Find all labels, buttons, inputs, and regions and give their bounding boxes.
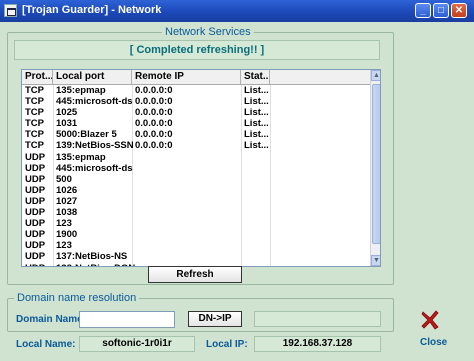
resolved-ip-field — [254, 311, 381, 327]
window-title: [Trojan Guarder] - Network — [22, 4, 162, 16]
table-row[interactable]: UDP 1027 — [22, 196, 370, 207]
cell-protocol: UDP — [25, 195, 46, 207]
column-header-local-port[interactable]: Local port — [53, 70, 132, 84]
cell-state: List... — [244, 96, 269, 108]
cell-protocol: UDP — [25, 162, 46, 174]
cell-protocol: UDP — [25, 184, 46, 196]
local-name-label: Local Name: — [16, 339, 76, 350]
table-row[interactable]: TCP 5000:Blazer 5 0.0.0.0:0 List... — [22, 129, 370, 140]
cell-state: List... — [244, 129, 269, 141]
table-row[interactable]: UDP 1038 — [22, 207, 370, 218]
cell-state: List... — [244, 140, 269, 152]
cell-remote-ip: 0.0.0.0:0 — [135, 85, 173, 96]
cell-protocol: UDP — [25, 251, 46, 263]
cell-protocol: TCP — [25, 85, 44, 96]
local-ip-value: 192.168.37.128 — [254, 336, 381, 352]
cell-local-port: 123 — [56, 218, 72, 230]
scroll-down-arrow-icon[interactable]: ▼ — [371, 255, 380, 266]
cell-protocol: UDP — [22, 263, 56, 267]
cell-local-port: 445:microsoft-ds — [56, 96, 133, 108]
table-row[interactable]: TCP 135:epmap 0.0.0.0:0 List... — [22, 85, 370, 96]
cell-local-port: 1031 — [56, 118, 78, 130]
column-header-remote-ip[interactable]: Remote IP — [132, 70, 241, 84]
cell-state: List... — [244, 85, 269, 96]
app-icon[interactable] — [4, 4, 17, 17]
table-row[interactable]: UDP 123 — [22, 218, 370, 229]
cell-protocol: UDP — [25, 218, 46, 230]
scroll-up-arrow-icon[interactable]: ▲ — [371, 70, 380, 81]
table-row[interactable]: TCP 1025 0.0.0.0:0 List... — [22, 107, 370, 118]
cell-local-port: 123 — [56, 240, 72, 252]
services-table[interactable]: Prot... Local port Remote IP Stat... TCP… — [21, 69, 381, 267]
cell-local-port: 137:NetBios-NS — [56, 251, 128, 263]
cell-local-port: 138:NetBios-DGN — [53, 263, 135, 267]
network-services-legend: Network Services — [162, 26, 254, 38]
local-ip-label: Local IP: — [206, 339, 248, 350]
column-header-state[interactable]: Stat... — [241, 70, 270, 84]
cell-remote-ip: 0.0.0.0:0 — [135, 129, 173, 141]
cell-local-port: 1038 — [56, 207, 78, 219]
table-row[interactable]: TCP 445:microsoft-ds 0.0.0.0:0 List... — [22, 96, 370, 107]
cell-protocol: UDP — [25, 151, 46, 163]
refresh-button[interactable]: Refresh — [148, 266, 242, 283]
column-header-protocol[interactable]: Prot... — [22, 70, 53, 84]
cell-remote-ip: 0.0.0.0:0 — [135, 118, 173, 130]
status-message: [ Completed refreshing!! ] — [14, 40, 380, 60]
cell-remote-ip: 0.0.0.0:0 — [135, 96, 173, 108]
close-label[interactable]: Close — [420, 337, 447, 348]
cell-local-port: 445:microsoft-ds — [56, 162, 133, 174]
cell-protocol: UDP — [25, 207, 46, 219]
table-row[interactable]: UDP 1026 — [22, 185, 370, 196]
table-row[interactable]: TCP 1031 0.0.0.0:0 List... — [22, 118, 370, 129]
domain-name-input[interactable] — [79, 311, 175, 328]
cell-remote-ip: 0.0.0.0:0 — [135, 107, 173, 119]
cell-protocol: TCP — [25, 118, 44, 130]
cell-protocol: TCP — [25, 140, 44, 152]
domain-name-label: Domain Name: — [16, 314, 87, 325]
table-body: TCP 135:epmap 0.0.0.0:0 List... TCP 445:micro… — [22, 85, 370, 267]
cell-protocol: UDP — [25, 173, 46, 185]
table-row[interactable]: UDP 1900 — [22, 229, 370, 240]
cell-local-port: 1027 — [56, 195, 78, 207]
cell-local-port: 1900 — [56, 229, 78, 241]
cell-local-port: 135:epmap — [56, 85, 106, 96]
close-window-button[interactable]: ✕ — [451, 3, 467, 18]
table-row[interactable]: UDP 137:NetBios-NS — [22, 251, 370, 262]
cell-local-port: 1025 — [56, 107, 78, 119]
dn-to-ip-button[interactable]: DN->IP — [188, 311, 242, 327]
cell-protocol: TCP — [25, 107, 44, 119]
table-row[interactable]: UDP 123 — [22, 240, 370, 251]
vertical-scrollbar[interactable]: ▲ ▼ — [370, 70, 380, 266]
cell-protocol: TCP — [25, 96, 44, 108]
cell-remote-ip: 0.0.0.0:0 — [135, 140, 173, 152]
cell-local-port: 139:NetBios-SSN — [56, 140, 134, 152]
cell-protocol: UDP — [25, 240, 46, 252]
table-row[interactable]: UDP 445:microsoft-ds — [22, 163, 370, 174]
cell-local-port: 5000:Blazer 5 — [56, 129, 117, 141]
close-icon[interactable] — [419, 309, 441, 331]
cell-state: List... — [244, 118, 269, 130]
scroll-thumb[interactable] — [372, 84, 380, 244]
cell-local-port: 1026 — [56, 184, 78, 196]
local-name-value: softonic-1r0i1r — [79, 336, 195, 352]
dns-legend: Domain name resolution — [14, 292, 140, 304]
table-header: Prot... Local port Remote IP Stat... — [22, 70, 370, 85]
maximize-button[interactable]: □ — [433, 3, 449, 18]
cell-protocol: UDP — [25, 229, 46, 241]
table-row[interactable]: UDP 500 — [22, 174, 370, 185]
minimize-button[interactable]: _ — [415, 3, 431, 18]
table-row[interactable]: UDP 135:epmap — [22, 152, 370, 163]
table-row[interactable]: TCP 139:NetBios-SSN 0.0.0.0:0 List... — [22, 140, 370, 151]
cell-protocol: TCP — [25, 129, 44, 141]
cell-state: List... — [244, 107, 269, 119]
cell-local-port: 500 — [56, 173, 72, 185]
title-bar[interactable]: [Trojan Guarder] - Network _ □ ✕ — [0, 0, 474, 22]
cell-local-port: 135:epmap — [56, 151, 106, 163]
